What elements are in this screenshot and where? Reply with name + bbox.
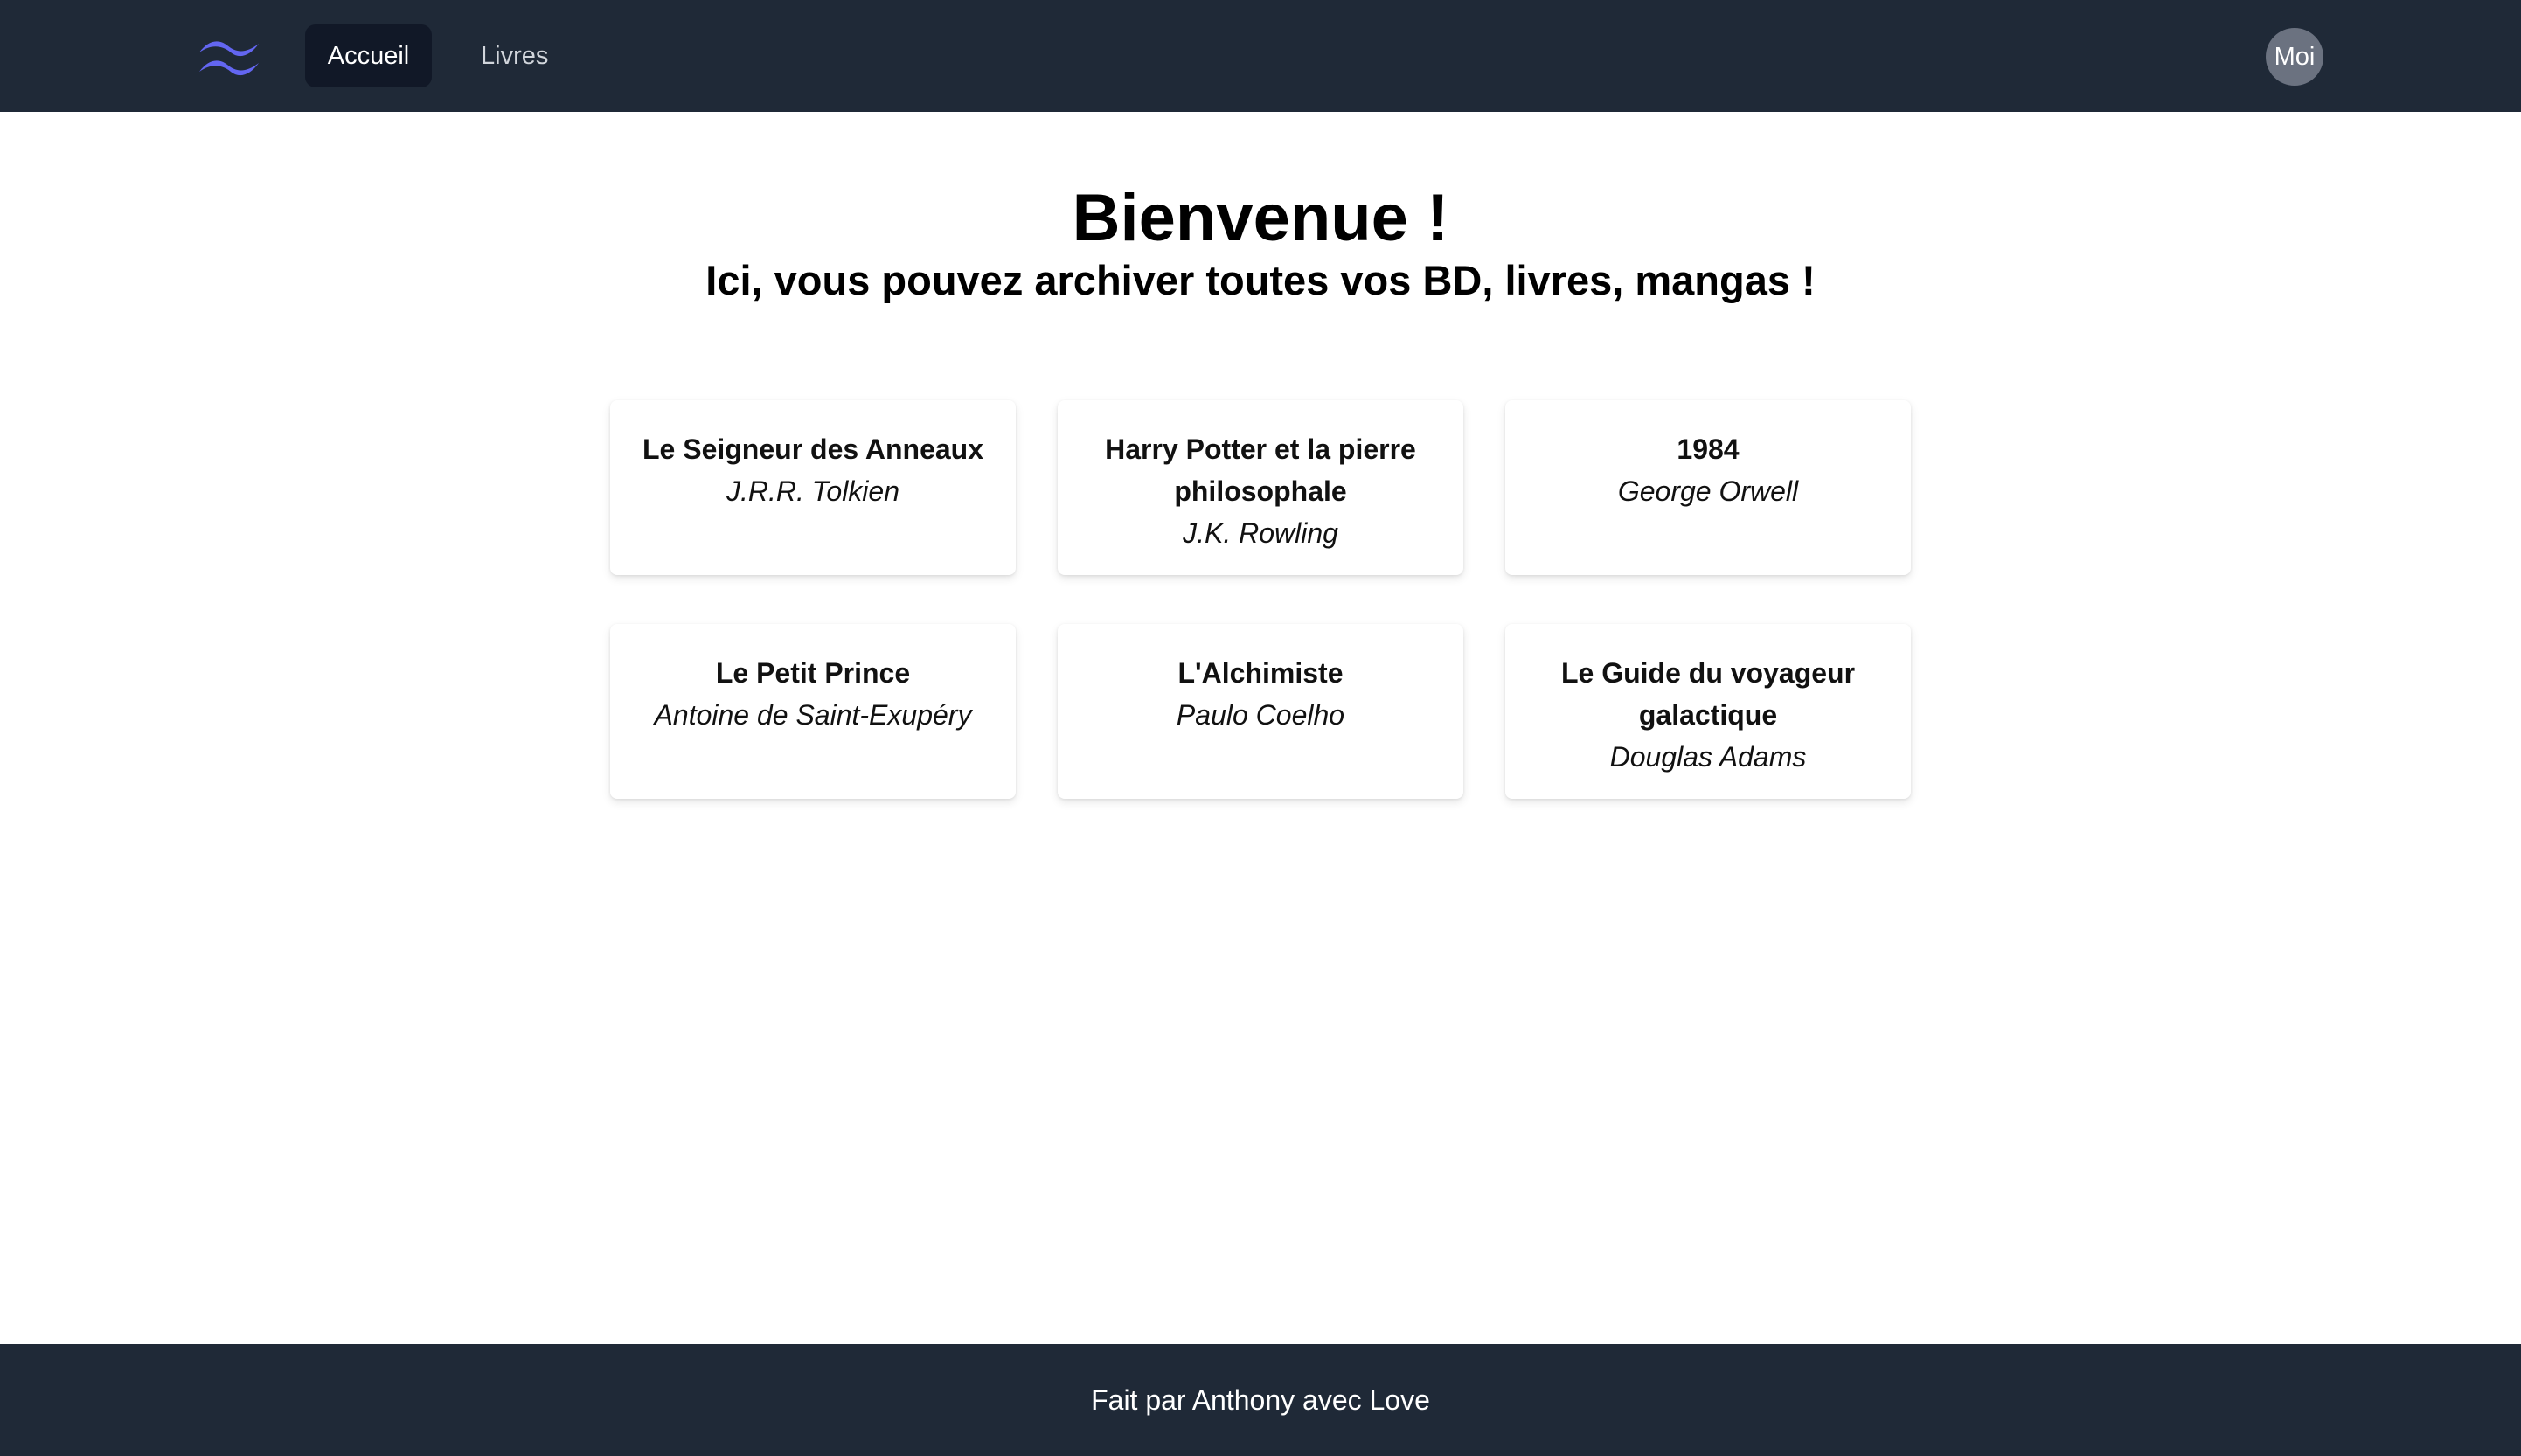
logo-icon[interactable] [196, 33, 262, 79]
book-card[interactable]: Le Petit Prince Antoine de Saint-Exupéry [610, 624, 1016, 799]
book-title: 1984 [1677, 433, 1740, 465]
avatar-button[interactable]: Moi [2266, 28, 2323, 86]
book-card[interactable]: Le Guide du voyageur galactique Douglas … [1505, 624, 1911, 799]
book-grid: Le Seigneur des Anneaux J.R.R. Tolkien H… [610, 400, 1911, 799]
navbar: Accueil Livres Moi [0, 0, 2521, 112]
nav-item-accueil[interactable]: Accueil [305, 24, 432, 87]
book-author: George Orwell [1617, 475, 1799, 507]
page-subtitle: Ici, vous pouvez archiver toutes vos BD,… [705, 257, 1816, 303]
book-author: Douglas Adams [1609, 741, 1807, 773]
book-title: L'Alchimiste [1177, 657, 1344, 689]
footer: Fait par Anthony avec Love [0, 1344, 2521, 1456]
page-title: Bienvenue ! [1072, 181, 1449, 255]
book-author: J.K. Rowling [1183, 517, 1338, 549]
book-card[interactable]: 1984 George Orwell [1505, 400, 1911, 575]
footer-text: Fait par Anthony avec Love [1091, 1384, 1430, 1416]
book-author: Paulo Coelho [1176, 699, 1345, 731]
book-title: Le Petit Prince [715, 657, 911, 689]
book-title: Le Guide du voyageur galactique [1560, 657, 1856, 731]
book-author: J.R.R. Tolkien [726, 475, 899, 507]
book-title: Harry Potter et la pierre philosophale [1105, 433, 1416, 507]
book-title: Le Seigneur des Anneaux [642, 433, 984, 465]
book-author: Antoine de Saint-Exupéry [654, 699, 972, 731]
book-card[interactable]: L'Alchimiste Paulo Coelho [1058, 624, 1463, 799]
nav-item-livres[interactable]: Livres [460, 24, 569, 87]
book-card[interactable]: Harry Potter et la pierre philosophale J… [1058, 400, 1463, 575]
book-card[interactable]: Le Seigneur des Anneaux J.R.R. Tolkien [610, 400, 1016, 575]
